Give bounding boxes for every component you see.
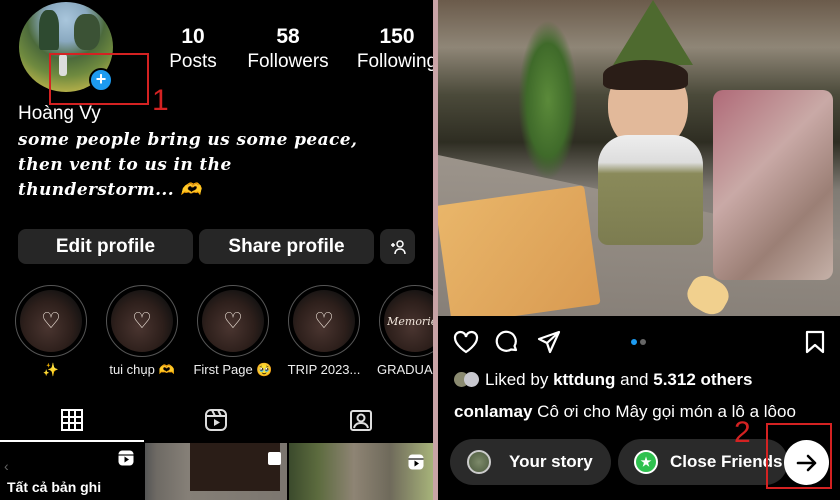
highlight-item[interactable]: ♡ TRIP 2023...	[288, 285, 360, 377]
discover-people-button[interactable]	[380, 229, 415, 264]
tab-tagged[interactable]	[289, 400, 433, 440]
edit-profile-button[interactable]: Edit profile	[18, 229, 193, 264]
grid-post[interactable]	[289, 443, 433, 500]
annotation-box-2	[766, 423, 832, 489]
liker-avatar	[464, 372, 479, 387]
likes-count[interactable]: 5.312 others	[653, 370, 752, 389]
caption-username[interactable]: conlamay	[454, 402, 532, 421]
highlight-item[interactable]: ♡ ✨	[15, 285, 87, 378]
story-avatar	[467, 450, 491, 474]
carousel-dot-active	[631, 339, 637, 345]
chevron-left-icon: ‹	[4, 458, 9, 474]
cloud-heart-icon: ♡	[293, 290, 355, 352]
annotation-number-1: 1	[152, 84, 169, 117]
your-story-button[interactable]: Your story	[450, 439, 611, 485]
heart-icon: ♡	[20, 290, 82, 352]
star-icon: ★	[634, 450, 658, 474]
profile-tabs	[0, 400, 433, 440]
grid-post[interactable]	[145, 443, 287, 500]
stat-posts[interactable]: 10 Posts	[160, 25, 226, 73]
carousel-dot	[640, 339, 646, 345]
add-person-icon	[390, 239, 406, 254]
comment-icon[interactable]	[495, 330, 519, 354]
cloud-heart-icon: ♡	[111, 290, 173, 352]
tagged-icon	[349, 410, 372, 431]
stat-followers[interactable]: 58 Followers	[232, 25, 344, 73]
bookmark-icon[interactable]	[805, 330, 825, 354]
annotation-number-2: 2	[734, 416, 751, 449]
likes-summary[interactable]: Liked by kttdung and 5.312 others	[454, 370, 752, 390]
liker-username[interactable]: kttdung	[553, 370, 615, 389]
profile-panel: + 1 10 Posts 58 Followers 150 Following …	[0, 0, 433, 500]
carousel-icon	[268, 452, 281, 465]
cloud-heart-icon: ♡	[202, 290, 264, 352]
tab-reels[interactable]	[144, 400, 288, 440]
close-friends-button[interactable]: ★ Close Friends	[618, 439, 788, 485]
highlight-item[interactable]: ♡ First Page 🥹	[193, 285, 273, 378]
reels-icon	[118, 450, 134, 466]
share-send-icon[interactable]	[537, 330, 561, 354]
reels-icon	[205, 409, 228, 431]
post-actions	[453, 330, 825, 356]
profile-name: Hoàng Vy	[18, 103, 101, 124]
memories-text: Memories	[384, 290, 433, 352]
profile-stats: 10 Posts 58 Followers 150 Following	[160, 25, 433, 73]
grid-icon	[61, 409, 84, 431]
highlight-item[interactable]: Memories GRADUA	[377, 285, 433, 377]
stat-following[interactable]: 150 Following	[344, 25, 433, 73]
reels-icon	[408, 454, 424, 470]
active-tab-indicator	[0, 440, 144, 442]
post-share-panel: Liked by kttdung and 5.312 others conlam…	[438, 0, 840, 500]
annotation-box-1	[49, 53, 149, 105]
like-heart-icon[interactable]	[453, 330, 479, 354]
tab-grid[interactable]	[0, 400, 144, 440]
grid-post[interactable]: ‹ Tất cả bản ghi	[0, 443, 143, 500]
highlight-item[interactable]: ♡ tui chụp 🫶	[106, 285, 178, 378]
post-photo[interactable]	[438, 0, 840, 316]
profile-bio: some people bring us some peace, then ve…	[18, 130, 358, 200]
share-profile-button[interactable]: Share profile	[199, 229, 374, 264]
